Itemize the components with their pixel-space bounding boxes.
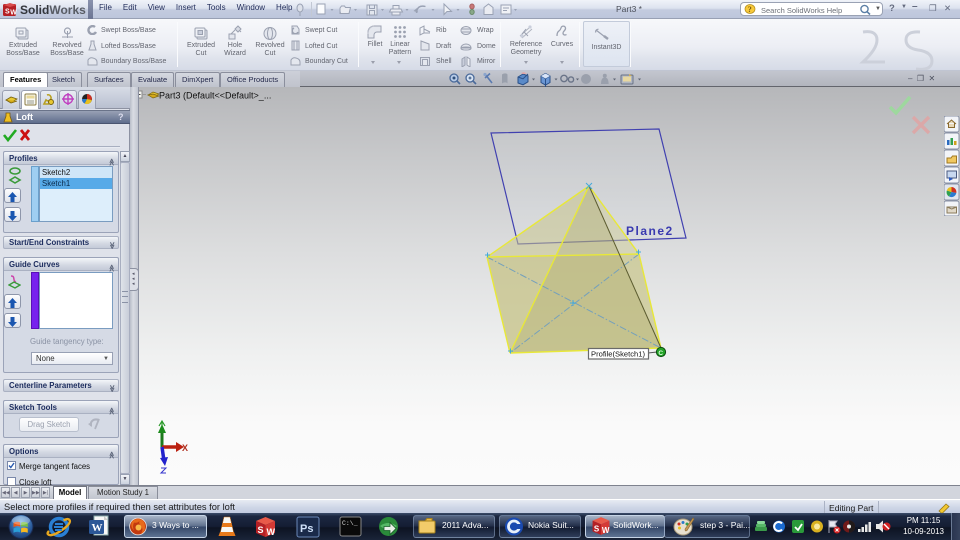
svg-text:C:\_: C:\_	[342, 520, 358, 527]
svg-text:S: S	[5, 9, 10, 16]
svg-text:Profile(Sketch1): Profile(Sketch1)	[591, 350, 645, 359]
svg-text:W: W	[92, 522, 103, 534]
svg-text:W: W	[10, 10, 17, 17]
svg-text:Plane2: Plane2	[626, 224, 674, 238]
svg-text:?: ?	[748, 5, 752, 14]
svg-text:X: X	[182, 443, 188, 453]
svg-text:Part3 (Default<<Default>_...: Part3 (Default<<Default>_...	[159, 91, 271, 101]
svg-text:W: W	[602, 526, 610, 535]
svg-text:Ps: Ps	[300, 523, 313, 535]
svg-text:S: S	[258, 525, 264, 535]
svg-text:C: C	[658, 350, 663, 357]
svg-text:W: W	[267, 527, 276, 537]
svg-text:S: S	[594, 524, 600, 533]
